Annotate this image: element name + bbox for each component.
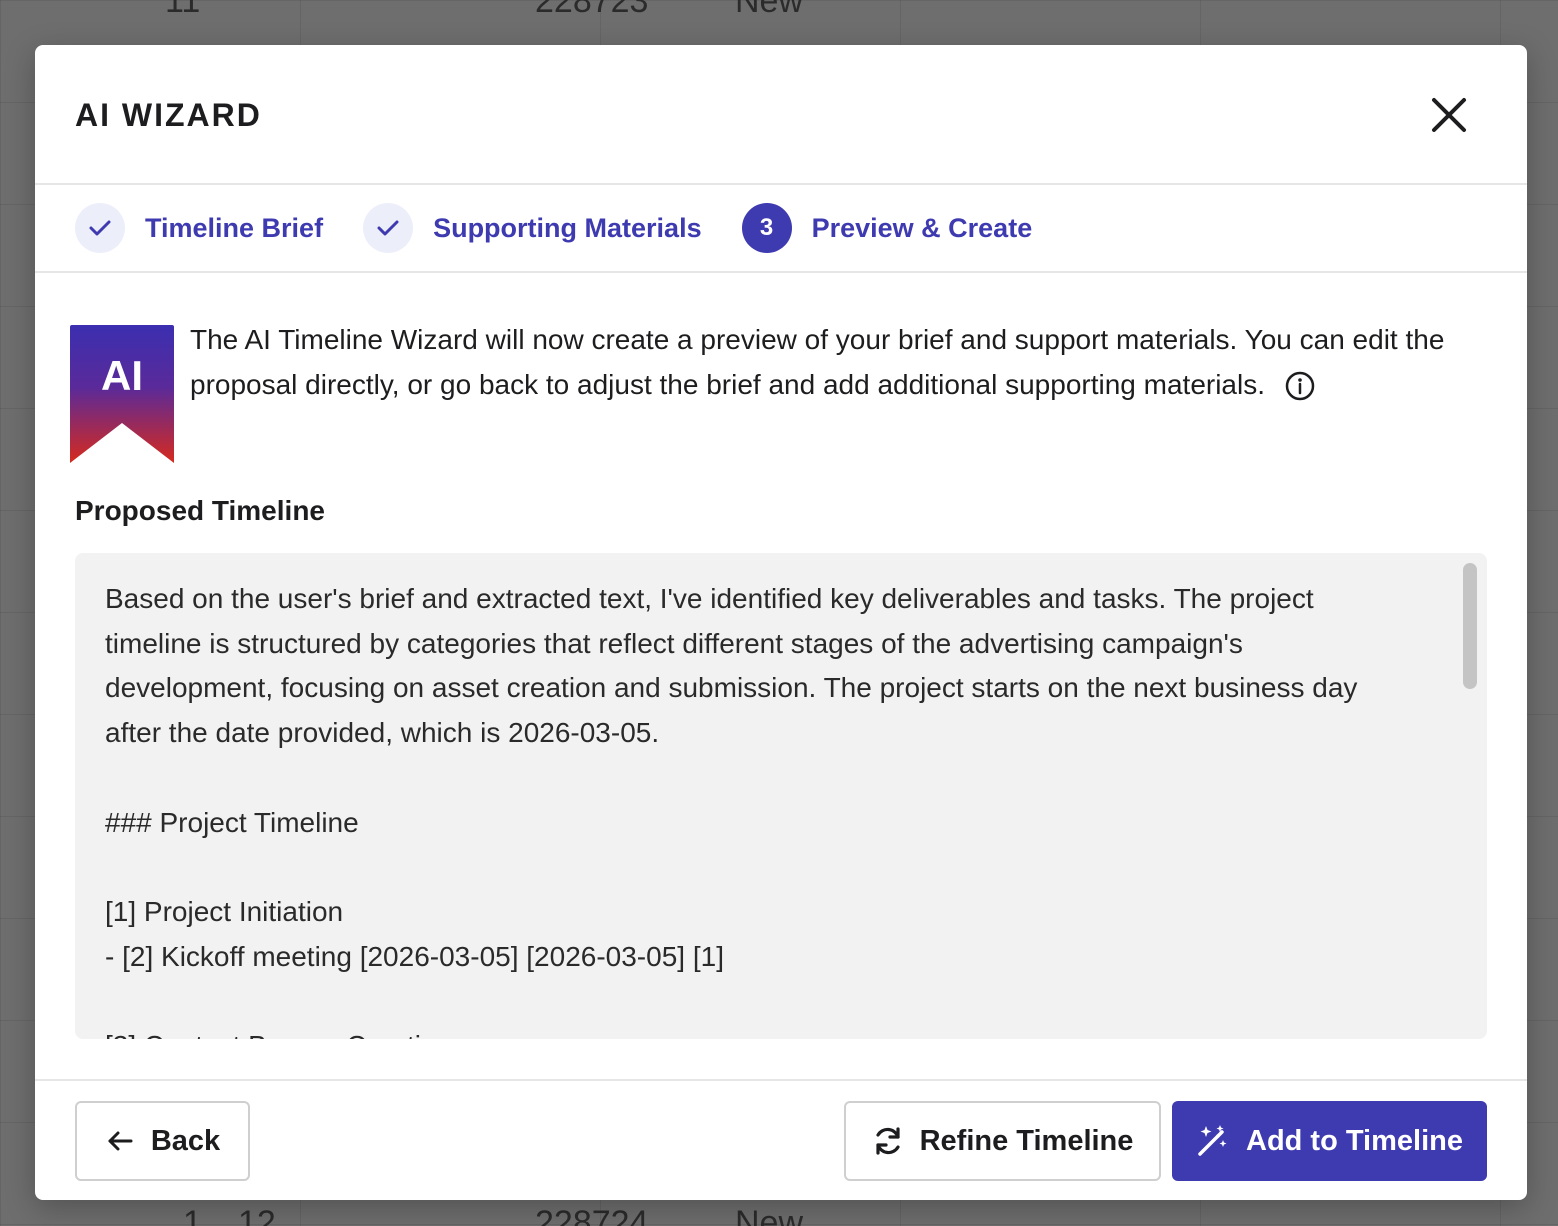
proposed-timeline-editor[interactable]: Based on the user's brief and extracted … [75,553,1487,1039]
ai-badge-icon: AI [70,325,174,463]
add-label: Add to Timeline [1246,1124,1463,1157]
bg-cell: New [735,0,804,20]
proposal-text[interactable]: Based on the user's brief and extracted … [75,553,1487,1039]
magic-wand-icon [1198,1125,1227,1156]
check-icon [89,220,111,236]
close-icon [1432,98,1466,132]
scrollbar[interactable] [1463,563,1477,689]
ai-badge-text: AI [101,352,143,399]
step-number-badge: 3 [741,203,792,253]
refresh-icon [875,1127,900,1155]
step-done-badge [75,203,125,253]
step-done-badge [363,203,414,253]
wizard-stepper: Timeline Brief Supporting Materials 3 Pr… [35,185,1527,273]
info-text: The AI Timeline Wizard will now create a… [190,317,1490,407]
modal-title: AI WIZARD [75,97,262,133]
modal-footer: Back Refine Timeline Add to Timeline [35,1079,1527,1200]
step-label: Supporting Materials [433,212,702,243]
arrow-left-icon [108,1131,133,1151]
bg-cell: 228723 [535,0,649,20]
back-button[interactable]: Back [75,1101,250,1181]
ai-wizard-modal: AI WIZARD Timeline Brief Supporting Mate… [35,45,1527,1200]
step-label: Timeline Brief [145,212,324,243]
add-to-timeline-button[interactable]: Add to Timeline [1172,1101,1487,1181]
step-timeline-brief[interactable]: Timeline Brief [75,203,323,253]
bg-cell: 11 [165,0,201,20]
refine-timeline-button[interactable]: Refine Timeline [844,1101,1161,1181]
close-button[interactable] [1429,95,1469,135]
step-preview-create[interactable]: 3 Preview & Create [741,203,1033,253]
modal-header: AI WIZARD [35,45,1527,185]
back-label: Back [150,1124,221,1157]
proposed-timeline-title: Proposed Timeline [75,495,325,526]
bg-cell: New [735,1204,804,1226]
refine-label: Refine Timeline [919,1124,1134,1157]
bg-cell: 1 [183,1204,202,1226]
step-label: Preview & Create [811,212,1033,243]
bg-cell: 12 [238,1204,276,1226]
check-icon [377,220,399,236]
info-icon[interactable] [1285,369,1315,400]
info-description: The AI Timeline Wizard will now create a… [190,324,1445,400]
bg-cell: 228724 [535,1204,649,1226]
step-supporting-materials[interactable]: Supporting Materials [363,203,702,253]
